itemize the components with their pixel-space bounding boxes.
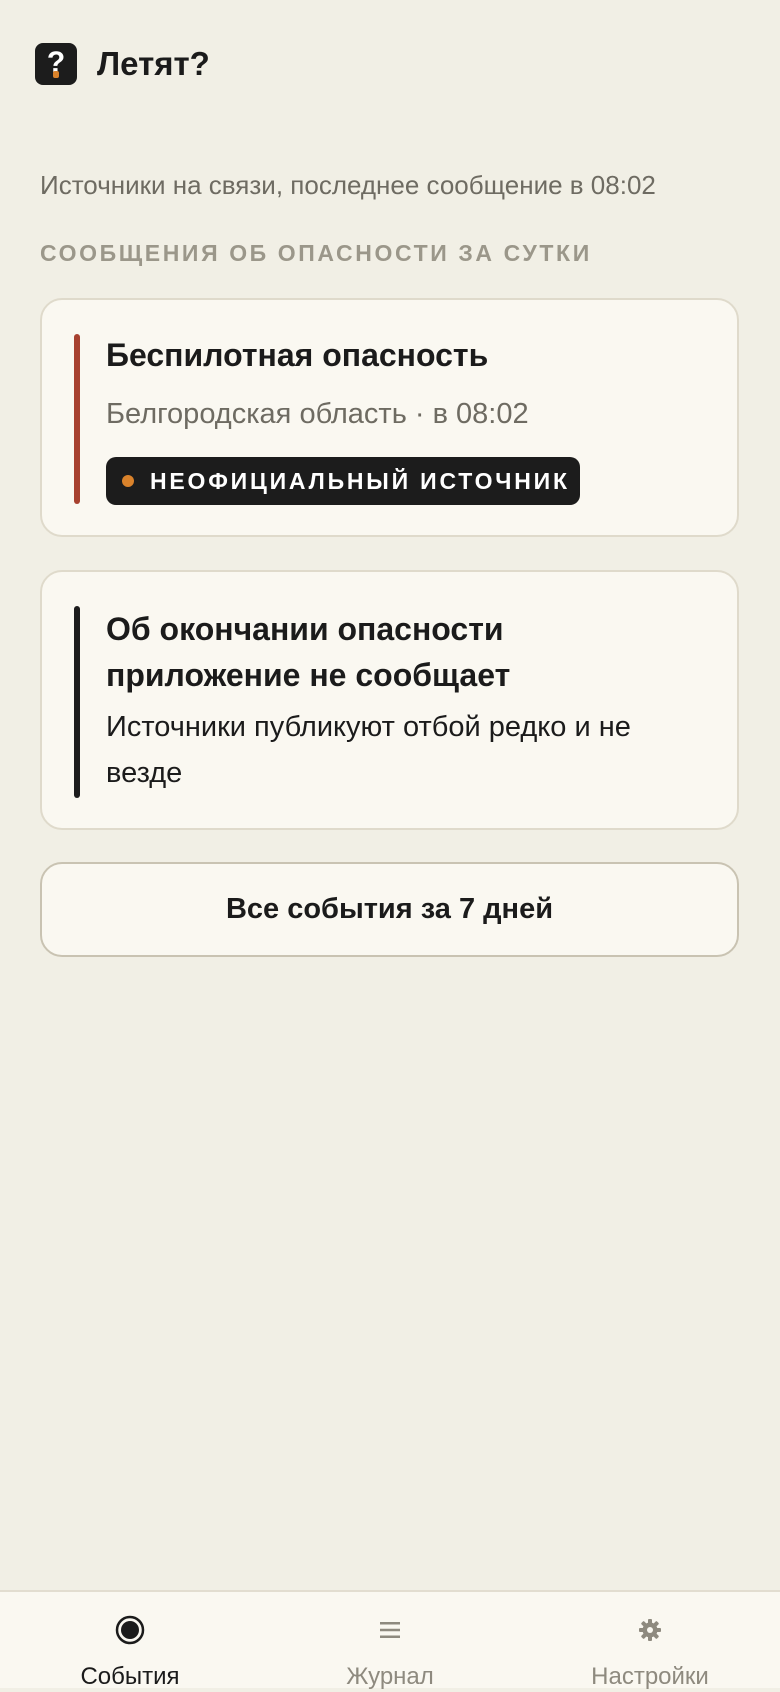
tab-journal[interactable]: Журнал [260, 1592, 520, 1690]
info-title: Об окончании опасности приложение не соо… [106, 611, 511, 693]
all-events-button[interactable]: Все события за 7 дней [40, 862, 739, 957]
gear-icon [520, 1614, 780, 1646]
alert-title: Беспилотная опасность [106, 337, 489, 373]
tab-settings[interactable]: Настройки [520, 1592, 780, 1690]
alert-region-time: Белгородская область · в 08:02 [106, 398, 529, 430]
alert-accent-bar [74, 334, 80, 504]
source-status-badge: НЕОФИЦИАЛЬНЫЙ ИСТОЧНИК [106, 457, 580, 505]
app-header: ? Летят? [35, 43, 210, 85]
question-mark-icon: ? [35, 43, 77, 85]
bottom-tab-bar: События Журнал Настройки [0, 1590, 780, 1690]
badge-dot-icon [122, 475, 134, 487]
info-body: Источники публикуют отбой редко и не вез… [106, 711, 631, 789]
logo-accent-dot [53, 71, 59, 78]
app-title: Летят? [97, 45, 210, 82]
sources-status-text: Источники на связи, последнее сообщение … [40, 170, 656, 200]
alert-card-drone-danger[interactable]: Беспилотная опасность Белгородская облас… [40, 298, 739, 537]
tab-events[interactable]: События [0, 1592, 260, 1690]
section-heading: СООБЩЕНИЯ ОБ ОПАСНОСТИ ЗА СУТКИ [40, 240, 592, 266]
info-accent-bar [74, 606, 80, 798]
info-card-no-all-clear: Об окончании опасности приложение не соо… [40, 570, 739, 830]
radio-dot-icon [0, 1614, 260, 1646]
menu-lines-icon [260, 1614, 520, 1646]
badge-label: НЕОФИЦИАЛЬНЫЙ ИСТОЧНИК [150, 467, 570, 494]
